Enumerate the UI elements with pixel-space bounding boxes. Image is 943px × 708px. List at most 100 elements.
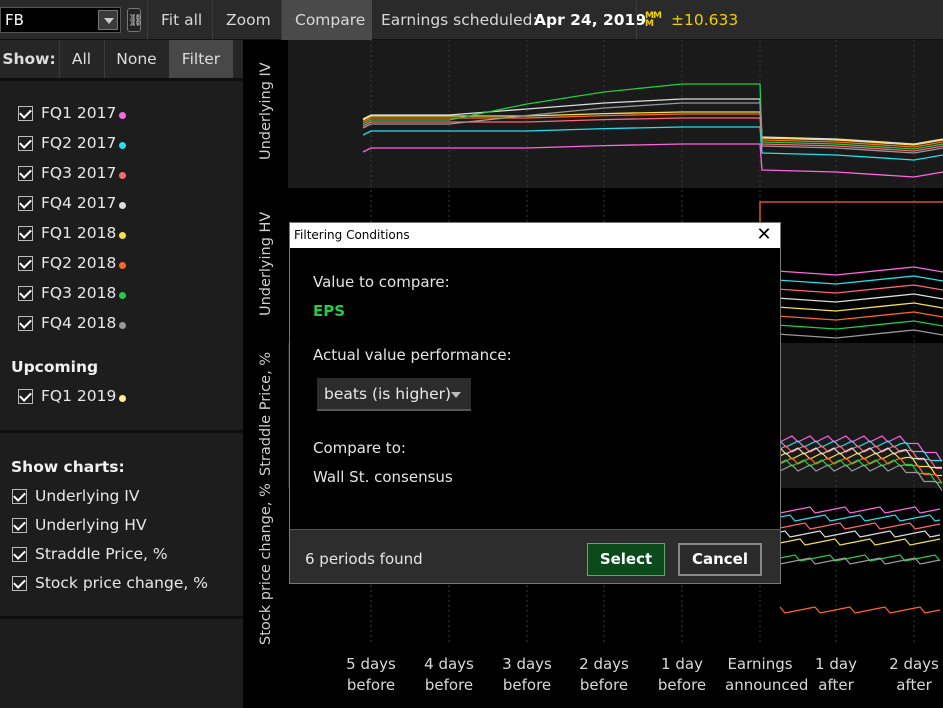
- hv-series-line: [761, 266, 943, 276]
- series-color-dot: [119, 262, 126, 269]
- straddle-series-line: [779, 457, 943, 484]
- toolbar: FB ⛓ Fit all Zoom Compare Earnings sched…: [0, 0, 943, 40]
- chart-toggle-item[interactable]: Straddle Price, %: [12, 545, 212, 567]
- checkbox-checked-icon[interactable]: [12, 518, 27, 533]
- chevron-down-icon: [451, 392, 461, 398]
- cancel-button[interactable]: Cancel: [678, 543, 762, 576]
- checkbox-checked-icon[interactable]: [18, 136, 33, 151]
- period-label: FQ3 2018: [41, 284, 117, 302]
- y-label-straddle-price: Straddle Price, %: [258, 351, 274, 476]
- checkbox-checked-icon[interactable]: [18, 316, 33, 331]
- fit-all-button[interactable]: Fit all: [147, 0, 215, 40]
- chart-toggle-label: Straddle Price, %: [35, 545, 168, 563]
- x-tick-label: 2 days before: [569, 654, 639, 696]
- period-label: FQ1 2018: [41, 224, 117, 242]
- earnings-label: Earnings scheduled:: [381, 11, 538, 29]
- value-to-compare-label: Value to compare:: [313, 273, 450, 291]
- chevron-down-icon[interactable]: [98, 10, 118, 30]
- x-tick-label: Earnings announced: [725, 654, 808, 696]
- period-item[interactable]: FQ3 2017: [18, 164, 218, 186]
- zoom-button[interactable]: Zoom: [212, 0, 284, 40]
- checkbox-checked-icon[interactable]: [18, 286, 33, 301]
- y-label-underlying-hv: Underlying HV: [258, 211, 274, 316]
- show-filter-button[interactable]: Filter: [169, 40, 233, 78]
- mm-value: ±10.633: [671, 11, 739, 29]
- period-label: FQ4 2017: [41, 194, 117, 212]
- x-tick-line1: 3 days: [502, 655, 552, 673]
- performance-select[interactable]: beats (is higher): [317, 378, 471, 411]
- hv-series-line: [761, 284, 943, 294]
- straddle-series-line: [779, 459, 942, 484]
- performance-value: beats (is higher): [324, 385, 452, 403]
- x-tick-line2: before: [424, 676, 474, 694]
- period-label: FQ4 2018: [41, 314, 117, 332]
- chart-toggle-label: Underlying HV: [35, 516, 147, 534]
- hv-series-line: [761, 293, 943, 303]
- series-color-dot: [119, 232, 126, 239]
- series-color-dot: [119, 202, 126, 209]
- close-icon[interactable]: ✕: [756, 223, 772, 248]
- x-tick-line1: 2 days: [579, 655, 629, 673]
- x-tick-line1: 2 days: [889, 655, 939, 673]
- series-color-dot: [119, 395, 126, 402]
- symbol-input[interactable]: FB: [0, 7, 121, 33]
- period-item[interactable]: FQ1 2018: [18, 224, 218, 246]
- x-tick-line1: 5 days: [346, 655, 396, 673]
- checkbox-checked-icon[interactable]: [18, 389, 33, 404]
- x-tick-label: 2 days after: [879, 654, 943, 696]
- period-item[interactable]: FQ2 2017: [18, 134, 218, 156]
- checkbox-checked-icon[interactable]: [12, 489, 27, 504]
- chart-toggle-item[interactable]: Stock price change, %: [12, 574, 212, 596]
- period-item[interactable]: FQ1 2017: [18, 104, 218, 126]
- period-item[interactable]: FQ2 2018: [18, 254, 218, 276]
- earnings-date: Apr 24, 2019: [534, 11, 647, 29]
- show-all-button[interactable]: All: [59, 40, 103, 78]
- x-tick-label: 5 days before: [336, 654, 406, 696]
- x-tick-line1: Earnings: [727, 655, 793, 673]
- market-maker-move-icon: MM M: [645, 11, 662, 29]
- dialog-footer: 6 periods found Select Cancel: [290, 529, 780, 583]
- symbol-value: FB: [5, 11, 24, 29]
- link-icon[interactable]: ⛓: [127, 8, 143, 32]
- dialog-title: Filtering Conditions: [294, 228, 410, 242]
- y-label-underlying-iv: Underlying IV: [258, 62, 274, 160]
- compare-button[interactable]: Compare: [281, 0, 372, 40]
- straddle-series-line: [779, 464, 943, 491]
- x-tick-line2: after: [896, 676, 932, 694]
- select-button[interactable]: Select: [587, 543, 665, 576]
- chart-toggle-item[interactable]: Underlying HV: [12, 516, 212, 538]
- show-bar: Show: All None Filter: [0, 40, 243, 78]
- chart-toggle-item[interactable]: Underlying IV: [12, 487, 212, 509]
- show-label: Show:: [2, 50, 56, 68]
- performance-label: Actual value performance:: [313, 346, 512, 364]
- checkbox-checked-icon[interactable]: [18, 226, 33, 241]
- compare-to-label: Compare to:: [313, 439, 406, 457]
- checkbox-checked-icon[interactable]: [12, 547, 27, 562]
- period-item[interactable]: FQ4 2018: [18, 314, 218, 336]
- price-change-series-line: [779, 557, 941, 565]
- hv-series-line: [761, 329, 943, 339]
- show-none-button[interactable]: None: [104, 40, 168, 78]
- period-item-fq1-2019[interactable]: FQ1 2019: [18, 387, 218, 409]
- hv-series-line: [759, 201, 943, 340]
- series-color-dot: [119, 292, 126, 299]
- checkbox-checked-icon[interactable]: [18, 256, 33, 271]
- x-tick-label: 3 days before: [492, 654, 562, 696]
- checkbox-checked-icon[interactable]: [18, 196, 33, 211]
- hv-series-line: [761, 320, 943, 330]
- x-tick-line1: 4 days: [424, 655, 474, 673]
- x-tick-line2: before: [502, 676, 552, 694]
- period-item[interactable]: FQ4 2017: [18, 194, 218, 216]
- x-tick-line2: after: [818, 676, 854, 694]
- period-item[interactable]: FQ3 2018: [18, 284, 218, 306]
- x-tick-line1: 1 day: [815, 655, 857, 673]
- period-label: FQ1 2017: [41, 104, 117, 122]
- divider: [0, 430, 243, 433]
- price-change-series-line: [779, 514, 941, 522]
- value-to-compare: EPS: [313, 302, 346, 320]
- checkbox-checked-icon[interactable]: [18, 106, 33, 121]
- divider: [636, 0, 637, 40]
- sidebar: Show: All None Filter FQ1 2017 FQ2 2017 FQ…: [0, 40, 243, 708]
- checkbox-checked-icon[interactable]: [18, 166, 33, 181]
- checkbox-checked-icon[interactable]: [12, 576, 27, 591]
